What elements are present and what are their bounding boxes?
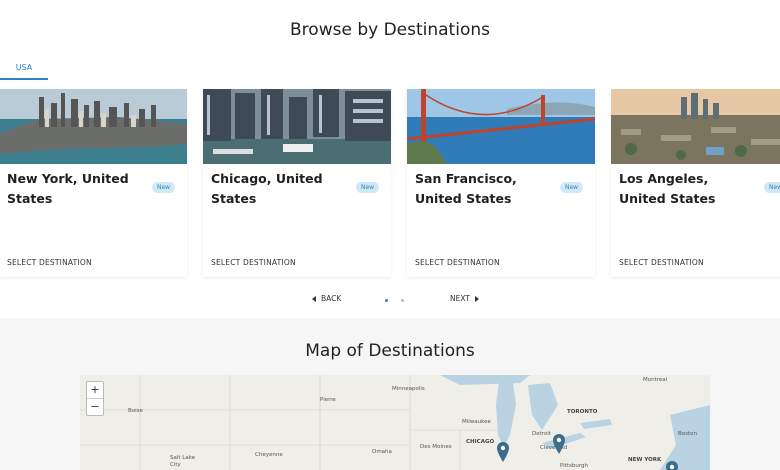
next-button[interactable]: NEXT xyxy=(450,294,479,303)
map-label: Milwaukee xyxy=(462,419,491,425)
new-badge: New xyxy=(560,182,584,193)
map-label: Minneapolis xyxy=(392,386,425,392)
new-badge: New xyxy=(356,182,380,193)
select-destination-link[interactable]: SELECT DESTINATION xyxy=(619,258,704,267)
map-label: NEW YORK xyxy=(628,457,662,463)
pager-dot-active[interactable] xyxy=(385,299,388,302)
map-pin-icon[interactable] xyxy=(666,461,678,470)
map-label: Montreal xyxy=(643,377,668,383)
destination-card-chicago[interactable]: Chicago, United States New SELECT DESTIN… xyxy=(203,89,391,277)
destination-card-los-angeles[interactable]: Los Angeles, United States New SELECT DE… xyxy=(611,89,780,277)
tab-usa[interactable]: USA xyxy=(0,58,48,80)
map-label: Des Moines xyxy=(420,444,452,450)
destination-image-san-francisco xyxy=(407,89,595,164)
map-pin-icon[interactable] xyxy=(553,434,565,454)
select-destination-link[interactable]: SELECT DESTINATION xyxy=(415,258,500,267)
map-pin-icon[interactable] xyxy=(497,442,509,462)
destination-image-los-angeles xyxy=(611,89,780,164)
destination-image-chicago xyxy=(203,89,391,164)
new-badge: New xyxy=(152,182,176,193)
destination-card-new-york[interactable]: New York, United States New SELECT DESTI… xyxy=(0,89,187,277)
map-label: Pittsburgh xyxy=(560,463,589,469)
back-label: BACK xyxy=(321,294,342,303)
pager-dot[interactable] xyxy=(401,299,404,302)
browse-title: Browse by Destinations xyxy=(290,20,490,40)
map-label: Omaha xyxy=(372,449,392,455)
next-label: NEXT xyxy=(450,294,470,303)
destination-name: San Francisco, United States xyxy=(415,171,517,206)
map-label: Detroit xyxy=(532,431,551,437)
destination-name: Chicago, United States xyxy=(211,171,323,206)
map-label: Cheyenne xyxy=(255,452,283,458)
map-label: Boston xyxy=(678,431,698,437)
destinations-map[interactable]: + − Boise Pierre Minneapolis Milwaukee C… xyxy=(80,375,710,470)
destination-name: Los Angeles, United States xyxy=(619,171,716,206)
zoom-out-button[interactable]: − xyxy=(87,398,103,415)
destination-card-san-francisco[interactable]: San Francisco, United States New SELECT … xyxy=(407,89,595,277)
back-button[interactable]: BACK xyxy=(312,294,341,303)
map-label: TORONTO xyxy=(567,409,598,415)
chevron-left-icon xyxy=(312,295,316,302)
destination-image-new-york xyxy=(0,89,187,164)
select-destination-link[interactable]: SELECT DESTINATION xyxy=(211,258,296,267)
zoom-controls: + − xyxy=(86,381,104,416)
new-badge: New xyxy=(764,182,780,193)
map-label: Boise xyxy=(128,408,143,414)
map-title: Map of Destinations xyxy=(305,341,475,361)
map-label: Pierre xyxy=(320,397,336,403)
destination-name: New York, United States xyxy=(7,171,129,206)
chevron-right-icon xyxy=(474,295,479,302)
zoom-in-button[interactable]: + xyxy=(87,382,103,398)
map-label: Salt Lake City xyxy=(170,455,196,468)
select-destination-link[interactable]: SELECT DESTINATION xyxy=(7,258,92,267)
map-label: CHICAGO xyxy=(466,439,495,445)
